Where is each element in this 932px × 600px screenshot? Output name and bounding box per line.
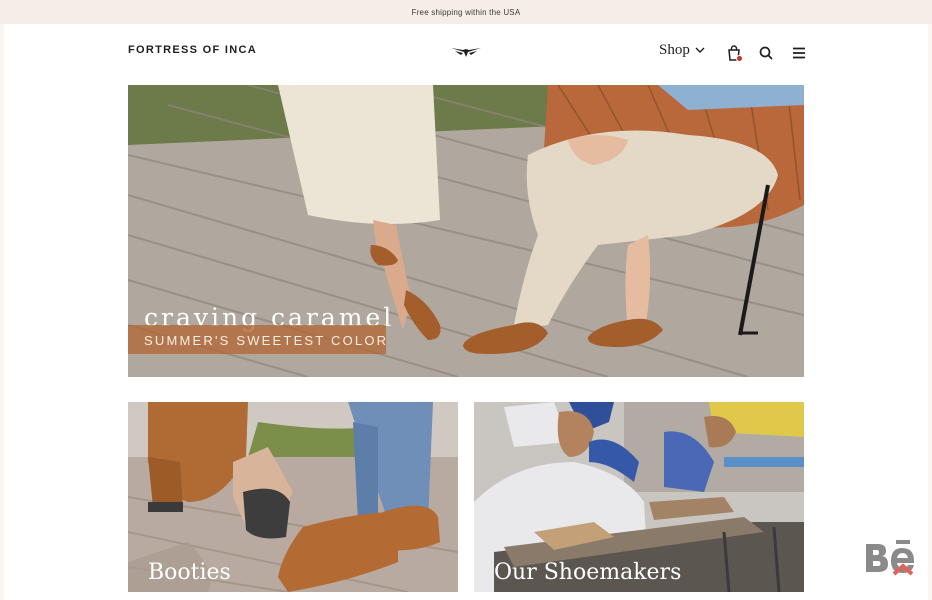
cart-button[interactable] — [726, 45, 743, 62]
booties-label: Booties — [148, 560, 231, 585]
behance-icon — [866, 540, 914, 576]
menu-button[interactable] — [791, 45, 807, 61]
shoemakers-tile[interactable]: Our Shoemakers — [474, 402, 804, 592]
hero-subtitle-band: SUMMER'S SWEETEST COLOR — [128, 325, 386, 354]
hero-subtitle: SUMMER'S SWEETEST COLOR — [144, 333, 389, 348]
shoemakers-label: Our Shoemakers — [494, 560, 682, 585]
announcement-bar: Free shipping within the USA — [0, 0, 932, 24]
booties-tile[interactable]: Booties — [128, 402, 458, 592]
chevron-down-icon — [695, 47, 705, 53]
announcement-text: Free shipping within the USA — [411, 8, 521, 17]
winged-logo-icon[interactable] — [450, 45, 482, 59]
search-icon — [759, 46, 773, 60]
shop-label: Shop — [659, 42, 690, 58]
hamburger-menu-icon — [793, 47, 805, 59]
shop-menu-button[interactable]: Shop — [659, 42, 705, 59]
brand-name[interactable]: FORTRESS OF INCA — [128, 44, 257, 56]
search-button[interactable] — [758, 45, 774, 61]
hero-banner[interactable]: craving caramel SUMMER'S SWEETEST COLOR — [128, 85, 804, 377]
cart-count-badge — [736, 55, 743, 62]
